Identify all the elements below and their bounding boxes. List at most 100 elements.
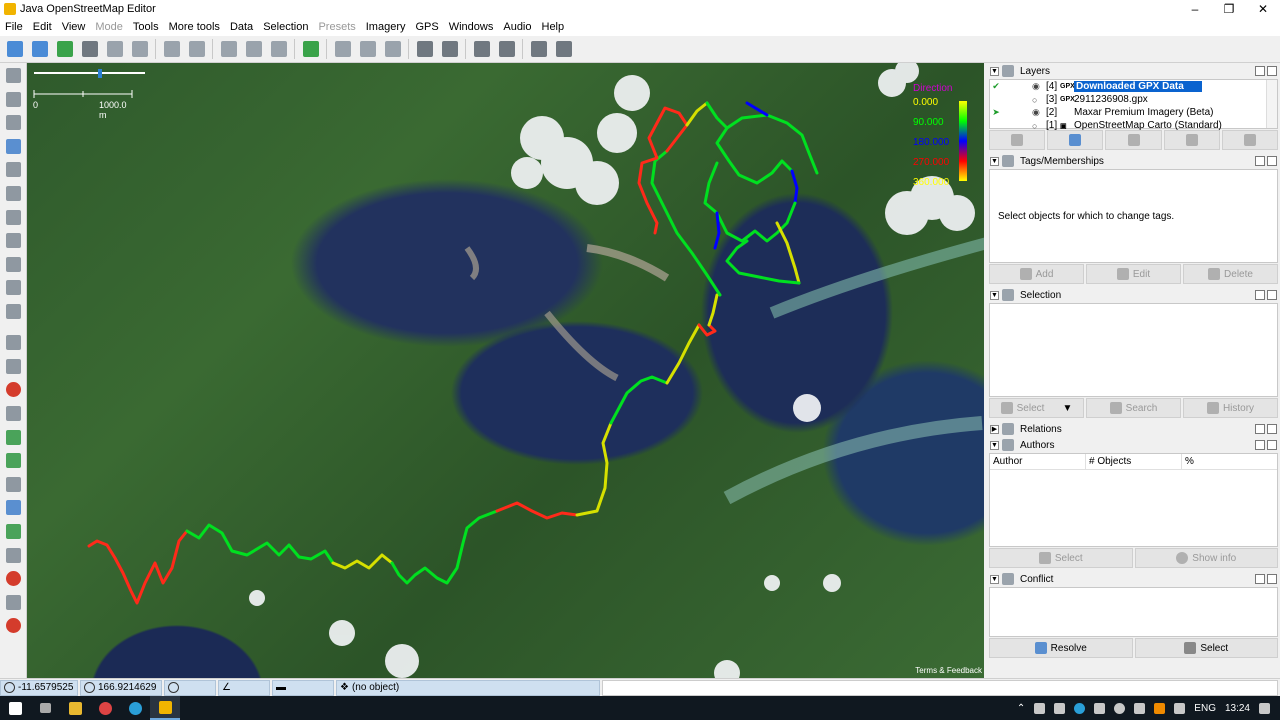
undock-icon[interactable] xyxy=(1255,290,1265,300)
layer-row-4[interactable]: ✔ ◉ [4] GPX Downloaded GPX Data xyxy=(990,80,1277,93)
combine-way-icon[interactable] xyxy=(243,38,265,60)
reverse-way-icon[interactable] xyxy=(268,38,290,60)
extrude-mode-icon[interactable] xyxy=(2,230,24,252)
notification-icon[interactable] xyxy=(1259,702,1270,714)
start-button[interactable] xyxy=(0,696,30,720)
toggle-panel-changesets-icon[interactable] xyxy=(2,568,24,590)
network-icon[interactable] xyxy=(1054,702,1066,714)
close-panel-icon[interactable] xyxy=(1267,440,1277,450)
toggle-panel-filter-icon[interactable] xyxy=(2,450,24,472)
undock-icon[interactable] xyxy=(1255,574,1265,584)
menu-audio[interactable]: Audio xyxy=(498,21,536,33)
delete-mode-icon[interactable] xyxy=(2,159,24,181)
visibility-toggle-icon[interactable]: ○ xyxy=(1032,121,1044,131)
toggle-panel-minimap-icon[interactable] xyxy=(2,615,24,637)
show-layer-button[interactable] xyxy=(1105,130,1162,150)
zoom-mode-icon[interactable] xyxy=(2,135,24,157)
parallel-mode-icon[interactable] xyxy=(2,206,24,228)
authors-col-percent[interactable]: % xyxy=(1182,454,1277,469)
zoom-fit-icon[interactable] xyxy=(186,38,208,60)
edit-tag-button[interactable]: Edit xyxy=(1086,264,1181,284)
undock-icon[interactable] xyxy=(1255,66,1265,76)
toggle-panel-validation-icon[interactable] xyxy=(2,520,24,542)
add-tag-button[interactable]: Add xyxy=(989,264,1084,284)
resolve-button[interactable]: Resolve xyxy=(989,638,1133,658)
menu-file[interactable]: File xyxy=(0,21,28,33)
download-icon[interactable] xyxy=(54,38,76,60)
lasso-mode-icon[interactable] xyxy=(2,88,24,110)
selection-history-button[interactable]: History xyxy=(1183,398,1278,418)
tags-panel-header[interactable]: ▼ Tags/Memberships xyxy=(987,153,1280,169)
undock-icon[interactable] xyxy=(1255,440,1265,450)
close-panel-icon[interactable] xyxy=(1267,66,1277,76)
delete-tag-button[interactable]: Delete xyxy=(1183,264,1278,284)
more-tools-arrow-icon[interactable] xyxy=(2,301,24,323)
layer-row-3[interactable]: ○ [3] GPX 2911236908.gpx xyxy=(990,93,1277,106)
select-mode-icon[interactable] xyxy=(2,65,24,87)
layers-scrollbar[interactable] xyxy=(1266,80,1277,128)
undo-icon[interactable] xyxy=(104,38,126,60)
building-tool-icon[interactable] xyxy=(2,277,24,299)
elevation-profile-icon[interactable] xyxy=(553,38,575,60)
authors-select-button[interactable]: Select xyxy=(989,548,1133,568)
redo-icon[interactable] xyxy=(129,38,151,60)
selection-search-button[interactable]: Search xyxy=(1086,398,1181,418)
file-explorer-taskbar-button[interactable] xyxy=(60,696,90,720)
toggle-panel-relations-icon[interactable] xyxy=(2,403,24,425)
volume-icon[interactable] xyxy=(1034,702,1046,714)
preset-fence-icon[interactable] xyxy=(496,38,518,60)
conflict-select-button[interactable]: Select xyxy=(1134,638,1278,658)
clock[interactable]: 13:24 xyxy=(1225,703,1250,714)
delete-layer-button[interactable] xyxy=(1221,130,1279,150)
preset-road-icon[interactable] xyxy=(382,38,404,60)
layers-panel-header[interactable]: ▼ Layers xyxy=(987,63,1280,79)
menu-more-tools[interactable]: More tools xyxy=(164,21,225,33)
menu-data[interactable]: Data xyxy=(225,21,258,33)
selection-list[interactable] xyxy=(989,303,1278,397)
pencil-icon[interactable] xyxy=(2,253,24,275)
authors-show-info-button[interactable]: Show info xyxy=(1134,548,1278,568)
language-indicator[interactable]: ENG xyxy=(1194,703,1216,714)
conflict-list[interactable] xyxy=(989,587,1278,637)
layer-row-1[interactable]: ○ [1] ▣ OpenStreetMap Carto (Standard) xyxy=(990,119,1277,132)
menu-edit[interactable]: Edit xyxy=(28,21,57,33)
cloud-icon[interactable] xyxy=(1094,702,1106,714)
wms-icon[interactable] xyxy=(300,38,322,60)
preset-car-icon[interactable] xyxy=(414,38,436,60)
preset-castle-icon[interactable] xyxy=(528,38,550,60)
toggle-panel-imagery-icon[interactable] xyxy=(2,426,24,448)
close-panel-icon[interactable] xyxy=(1267,424,1277,434)
toggle-panel-selection-icon[interactable] xyxy=(2,379,24,401)
preset-wall-icon[interactable] xyxy=(357,38,379,60)
close-panel-icon[interactable] xyxy=(1267,156,1277,166)
usb-icon[interactable] xyxy=(1174,702,1186,714)
collapse-toggle-icon[interactable]: ▼ xyxy=(990,156,999,166)
move-up-button[interactable] xyxy=(989,130,1046,150)
layer-settings-button[interactable] xyxy=(1163,130,1220,150)
map-view[interactable]: 0 1000.0 m Direction 0.000 90.000 180.00… xyxy=(27,63,984,678)
menu-mode[interactable]: Mode xyxy=(90,21,128,33)
menu-gps[interactable]: GPS xyxy=(411,21,444,33)
upload-icon[interactable] xyxy=(79,38,101,60)
visibility-toggle-icon[interactable]: ○ xyxy=(1032,95,1044,105)
telegram-tray-icon[interactable] xyxy=(1074,702,1086,714)
visibility-eye-icon[interactable]: ◉ xyxy=(1032,107,1044,118)
open-location-icon[interactable] xyxy=(29,38,51,60)
keyboard-icon[interactable] xyxy=(1134,702,1146,714)
preset-barrier-icon[interactable] xyxy=(471,38,493,60)
chevron-down-icon[interactable]: ▼ xyxy=(1062,403,1072,414)
expand-toggle-icon[interactable]: ▶ xyxy=(990,424,999,434)
undock-icon[interactable] xyxy=(1255,156,1265,166)
toggle-panel-conflict-icon[interactable] xyxy=(2,497,24,519)
chrome-taskbar-button[interactable] xyxy=(90,696,120,720)
menu-presets[interactable]: Presets xyxy=(313,21,360,33)
improve-way-icon[interactable] xyxy=(2,183,24,205)
authors-table[interactable]: Author # Objects % xyxy=(989,453,1278,547)
chevron-up-icon[interactable]: ⌃ xyxy=(1017,703,1025,714)
menu-imagery[interactable]: Imagery xyxy=(361,21,411,33)
close-panel-icon[interactable] xyxy=(1267,574,1277,584)
task-view-button[interactable] xyxy=(30,696,60,720)
move-down-button[interactable] xyxy=(1047,130,1104,150)
collapse-toggle-icon[interactable]: ▼ xyxy=(990,290,999,300)
maximize-button[interactable]: ❐ xyxy=(1212,0,1246,18)
